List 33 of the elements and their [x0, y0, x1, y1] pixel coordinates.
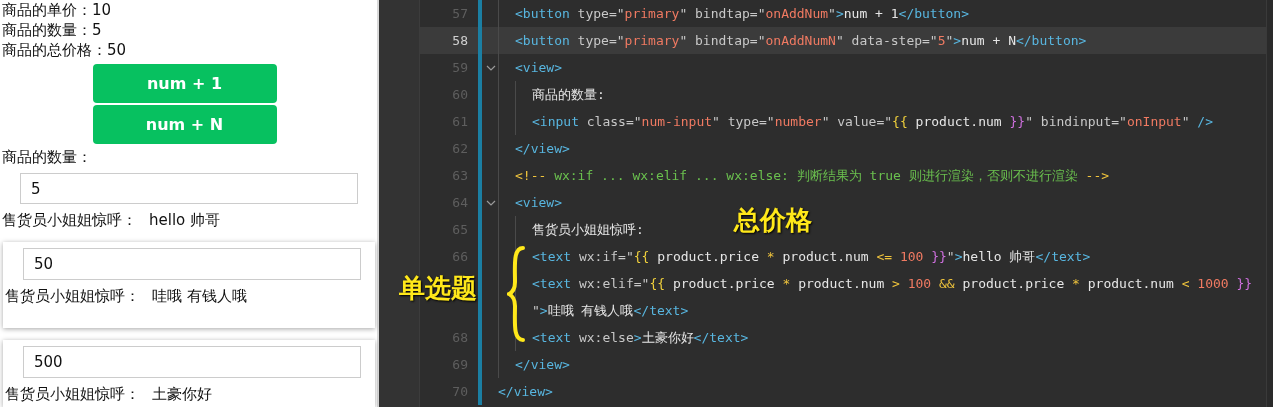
greeting-message: 哇哦 有钱人哦 — [152, 286, 247, 306]
quantity-input[interactable]: 500 — [23, 346, 361, 378]
chevron-icon[interactable] — [486, 199, 496, 206]
code-line: <text wx:elif="{{ product.price * product.num > 100 && product.price * product.num < 1000 }} — [532, 276, 1253, 291]
code-line: <button type="primary" bindtap="onAddNum">num + 1</button> — [515, 6, 969, 21]
line-number: 58 — [451, 33, 468, 48]
greeting-label: 售货员小姐姐惊呼： — [5, 286, 140, 306]
quantity-label: 商品的数量： — [1, 147, 93, 167]
quantity-input[interactable]: 5 — [20, 173, 358, 204]
code-line: <view> — [515, 195, 562, 210]
annotation-text: 总价格 — [734, 204, 812, 237]
greeting-label: 售货员小姐姐惊呼： — [5, 384, 140, 404]
code-line: <!-- wx:if ... wx:elif ... wx:else: 判断结果为 true 则进行渲染，否则不进行渲染 --> — [515, 166, 1110, 185]
greeting-message: hello 帅哥 — [149, 210, 220, 230]
code-line: <text wx:else>土豪你好</text> — [532, 328, 749, 347]
code-line: 商品的数量: — [532, 85, 605, 104]
code-line: </view> — [515, 357, 570, 372]
code-line: <text wx:if="{{ product.price * product.num <= 100 }}">hello 帅哥</text> — [532, 247, 1091, 266]
code-line: </view> — [498, 384, 553, 399]
greeting-message: 土豪你好 — [152, 384, 212, 404]
code-line: <input class="num-input" type="number" value="{{ product.num }}" bindinput="onInput" /> — [532, 114, 1213, 129]
quantity-input[interactable]: 50 — [23, 248, 361, 280]
code-line: ">哇哦 有钱人哦</text> — [532, 301, 689, 320]
code-line: <view> — [515, 60, 562, 75]
code-line: 售货员小姐姐惊呼: — [532, 220, 644, 239]
code-line: </view> — [515, 141, 570, 156]
greeting-label: 售货员小姐姐惊呼： — [2, 210, 137, 230]
chevron-icon[interactable] — [486, 64, 496, 71]
annotation-text: 单选题 — [399, 272, 477, 305]
code-line: <button type="primary" bindtap="onAddNumN" data-step="5">num + N</button> — [515, 33, 1087, 48]
product-info: 商品的总价格：50 — [1, 40, 128, 60]
product-info: 商品的单价：10 — [1, 0, 113, 20]
product-info: 商品的数量：5 — [1, 20, 103, 40]
